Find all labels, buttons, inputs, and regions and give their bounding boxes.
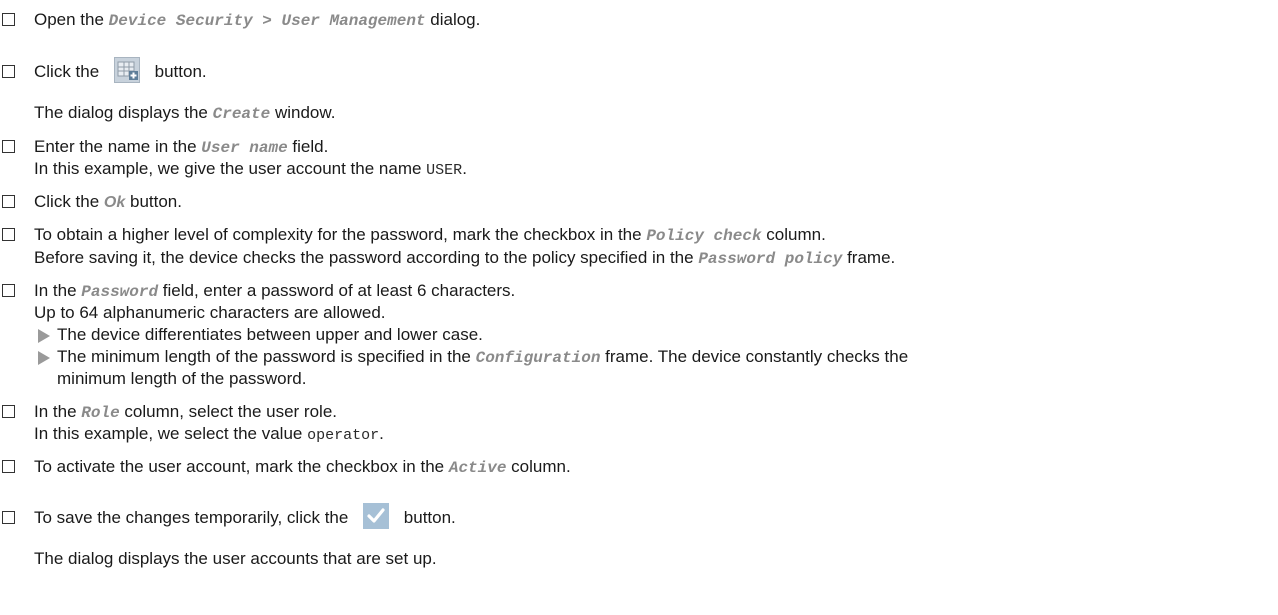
step-9-note: The dialog displays the user accounts th… bbox=[34, 549, 437, 568]
ui-column-name: Active bbox=[448, 459, 507, 477]
step-checkbox[interactable] bbox=[2, 140, 15, 153]
step-7-sub: In this example, we select the value ope… bbox=[34, 424, 384, 444]
example-value: operator bbox=[307, 427, 380, 444]
ui-column-name: Role bbox=[81, 404, 120, 422]
step-checkbox[interactable] bbox=[2, 195, 15, 208]
add-table-row-icon bbox=[113, 57, 140, 84]
step-checkbox[interactable] bbox=[2, 13, 15, 26]
ui-frame-name: Password policy bbox=[698, 250, 843, 268]
step-checkbox[interactable] bbox=[2, 284, 15, 297]
ui-path: Device Security > User Management bbox=[108, 12, 426, 30]
step-2-note: The dialog displays the Create window. bbox=[34, 103, 336, 123]
ui-field-name: Password bbox=[81, 283, 159, 301]
step-checkbox[interactable] bbox=[2, 405, 15, 418]
ui-frame-name: Configuration bbox=[475, 349, 601, 367]
ui-column-name: Policy check bbox=[646, 227, 762, 245]
bullet-arrow-icon bbox=[38, 329, 50, 343]
checkmark-icon bbox=[363, 503, 390, 530]
example-value: USER bbox=[426, 162, 463, 179]
step-5-sub: Before saving it, the device checks the … bbox=[34, 248, 896, 268]
step-checkbox[interactable] bbox=[2, 511, 15, 524]
step-checkbox[interactable] bbox=[2, 460, 15, 473]
step-6-sub: Up to 64 alphanumeric characters are all… bbox=[34, 303, 386, 322]
ui-button-name: Ok bbox=[103, 194, 126, 211]
bullet-continuation: minimum length of the password. bbox=[57, 369, 307, 388]
ui-field-name: User name bbox=[201, 139, 288, 157]
ui-window-name: Create bbox=[212, 105, 271, 123]
step-checkbox[interactable] bbox=[2, 228, 15, 241]
step-checkbox[interactable] bbox=[2, 65, 15, 78]
bullet-arrow-icon bbox=[38, 351, 50, 365]
step-3-sub: In this example, we give the user accoun… bbox=[34, 159, 467, 179]
